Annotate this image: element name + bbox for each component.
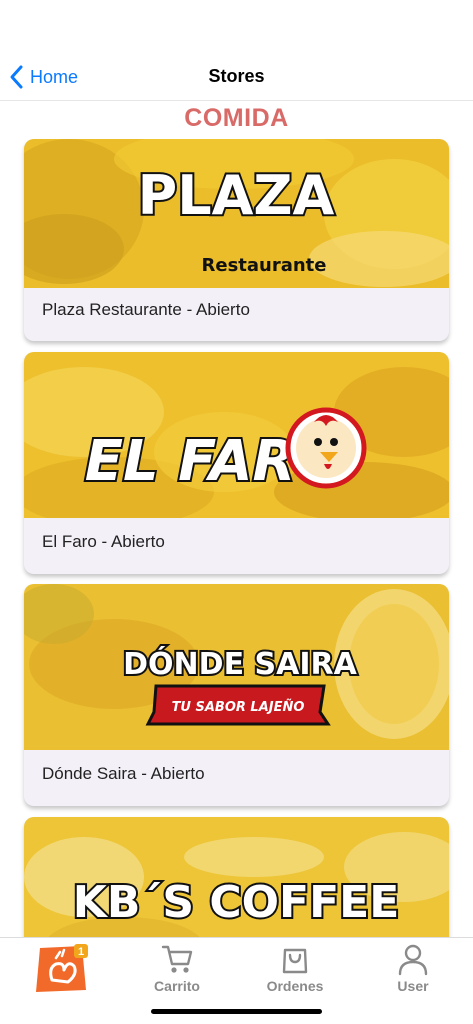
user-icon bbox=[398, 944, 428, 976]
store-banner-image: EL FARO bbox=[24, 352, 449, 518]
plaza-logo: PLAZA Restaurante bbox=[136, 162, 337, 276]
store-card-donde-saira[interactable]: DÓNDE SAIRA TU SABOR LAJEÑO Dónde Saira … bbox=[24, 584, 449, 806]
svg-text:PLAZA: PLAZA bbox=[138, 164, 335, 227]
store-name-label: Dónde Saira - Abierto bbox=[42, 764, 205, 783]
section-title: COMIDA bbox=[184, 104, 289, 132]
store-card-plaza[interactable]: PLAZA Restaurante Plaza Restaurante - Ab… bbox=[24, 139, 449, 341]
home-badge-count: 1 bbox=[78, 946, 84, 958]
store-card-el-faro[interactable]: EL FARO El Faro - Abierto bbox=[24, 352, 449, 574]
tab-orders[interactable]: Ordenes bbox=[250, 942, 340, 996]
shopping-bag-icon bbox=[282, 948, 308, 974]
tab-user[interactable]: User bbox=[368, 942, 458, 996]
store-name-label: El Faro - Abierto bbox=[42, 532, 165, 551]
tab-label-cart: Carrito bbox=[154, 978, 200, 994]
svg-text:Restaurante: Restaurante bbox=[202, 255, 327, 276]
store-name-label: Plaza Restaurante - Abierto bbox=[42, 300, 250, 319]
svg-text:TU SABOR LAJEÑO: TU SABOR LAJEÑO bbox=[172, 699, 305, 715]
tab-cart[interactable]: Carrito bbox=[132, 942, 222, 996]
app-logo-icon: 1 bbox=[36, 944, 88, 992]
page-title: Stores bbox=[208, 66, 265, 86]
cart-icon bbox=[161, 945, 193, 973]
el-faro-logo: EL FARO bbox=[83, 407, 367, 496]
tab-label-user: User bbox=[397, 978, 429, 994]
home-indicator bbox=[151, 1009, 322, 1014]
store-banner-image: DÓNDE SAIRA TU SABOR LAJEÑO bbox=[24, 584, 449, 750]
kbs-coffee-logo: KB´S COFFEE bbox=[71, 875, 402, 930]
svg-text:DÓNDE SAIRA: DÓNDE SAIRA bbox=[123, 645, 357, 682]
store-banner-image: PLAZA Restaurante bbox=[24, 139, 449, 288]
tab-home[interactable]: 1 bbox=[34, 942, 90, 994]
donde-saira-logo: DÓNDE SAIRA TU SABOR LAJEÑO bbox=[121, 643, 360, 726]
navigation-bar: Home Stores bbox=[0, 0, 473, 101]
store-banner-image: KB´S COFFEE bbox=[24, 817, 449, 937]
tab-label-orders: Ordenes bbox=[266, 978, 324, 994]
svg-text:KB´S COFFEE: KB´S COFFEE bbox=[73, 877, 400, 928]
store-card-kbs-coffee[interactable]: KB´S COFFEE bbox=[24, 817, 449, 937]
store-list[interactable]: PLAZA Restaurante Plaza Restaurante - Ab… bbox=[0, 139, 473, 937]
